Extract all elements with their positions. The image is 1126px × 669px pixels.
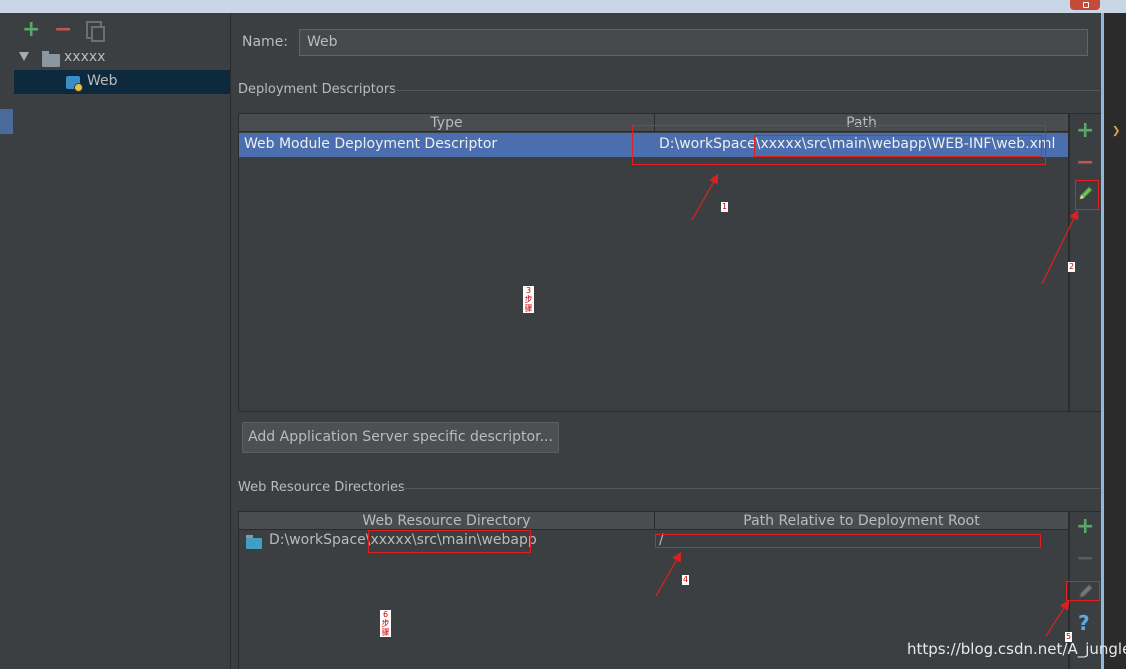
annotation-arrow-5 bbox=[1045, 599, 1070, 637]
annotation-step-label: 3 步 骤 bbox=[523, 286, 534, 313]
annotation-arrow-2 bbox=[1041, 209, 1079, 285]
annotation-number-2: 2 bbox=[1068, 262, 1076, 272]
annotation-number-4: 4 bbox=[682, 575, 690, 585]
annotation-arrows bbox=[655, 173, 1079, 637]
annotation-number-1: 1 bbox=[721, 202, 729, 212]
watermark: https://blog.csdn.net/A_jungle bbox=[907, 640, 1126, 658]
annotation-arrow-1 bbox=[691, 173, 719, 221]
annotation-arrow-4 bbox=[655, 551, 682, 597]
annotation-step-label: 6 步 骤 bbox=[380, 610, 391, 637]
